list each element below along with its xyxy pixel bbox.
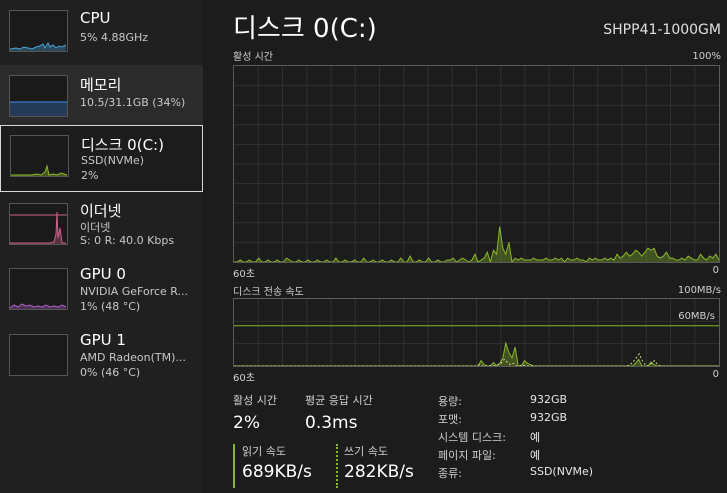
- sidebar-item-name: GPU 0: [80, 265, 126, 283]
- transfer-rate-chart: 60MB/s: [233, 298, 720, 367]
- sidebar-item-detail: AMD Radeon(TM)...: [80, 351, 186, 364]
- response-time-value: 0.3ms: [305, 413, 358, 433]
- transfer-ref-label: 60MB/s: [678, 311, 715, 322]
- transfer-chart-max: 100MB/s: [677, 285, 721, 296]
- prop-type-label: 종류:: [438, 467, 462, 480]
- read-speed-value: 689KB/s: [242, 462, 312, 482]
- read-speed-label: 읽기 속도: [242, 445, 286, 458]
- sidebar-item-name: GPU 1: [80, 331, 126, 349]
- cpu-thumbnail: [9, 10, 68, 52]
- prop-type-value: SSD(NVMe): [530, 465, 594, 478]
- sidebar-item-detail: NVIDIA GeForce R...: [80, 285, 189, 298]
- write-speed-bar: [336, 444, 338, 488]
- prop-system-disk-label: 시스템 디스크:: [438, 431, 506, 444]
- prop-system-disk-value: 예: [530, 431, 541, 444]
- sidebar-item-memory[interactable]: 메모리 10.5/31.1GB (34%): [0, 65, 203, 130]
- transfer-time-span: 60초: [233, 373, 255, 384]
- sidebar-item-ethernet[interactable]: 이더넷 이더넷 S: 0 R: 40.0 Kbps: [0, 195, 203, 260]
- active-time-value: 2%: [233, 413, 260, 433]
- prop-format-label: 포맷:: [438, 413, 462, 426]
- activity-chart-max: 100%: [692, 51, 721, 62]
- response-time-label: 평균 응답 시간: [305, 394, 373, 407]
- memory-thumbnail: [9, 75, 68, 117]
- transfer-chart-label: 디스크 전송 속도: [233, 287, 304, 298]
- activity-time-span: 60초: [233, 269, 255, 280]
- activity-chart-label: 활성 시간: [233, 52, 273, 63]
- prop-capacity-label: 용량:: [438, 395, 462, 408]
- sidebar-item-gpu-1[interactable]: GPU 1 AMD Radeon(TM)... 0% (46 °C): [0, 325, 203, 390]
- sidebar-item-disk-0[interactable]: 디스크 0(C:) SSD(NVMe) 2%: [0, 125, 203, 192]
- sidebar-item-cpu[interactable]: CPU 5% 4.88GHz: [0, 0, 203, 65]
- transfer-min: 0: [712, 369, 719, 380]
- sidebar: CPU 5% 4.88GHz 메모리 10.5/31.1GB (34%) 디스크…: [0, 0, 203, 493]
- write-speed-label: 쓰기 속도: [344, 445, 388, 458]
- sidebar-item-name: 디스크 0(C:): [81, 136, 164, 154]
- sidebar-item-detail: 1% (48 °C): [80, 300, 141, 313]
- sidebar-item-detail: 2%: [81, 169, 99, 182]
- activity-min: 0: [712, 265, 719, 276]
- sidebar-item-detail: 10.5/31.1GB (34%): [80, 96, 186, 109]
- write-speed-value: 282KB/s: [344, 462, 414, 482]
- prop-format-value: 932GB: [530, 411, 568, 424]
- activity-time-chart: [233, 65, 720, 263]
- page-title: 디스크 0(C:): [233, 14, 377, 44]
- ethernet-thumbnail: [9, 203, 68, 245]
- sidebar-item-detail: 이더넷: [80, 221, 111, 234]
- disk-detail-panel: 디스크 0(C:) SHPP41-1000GM 활성 시간 100% 60초 0…: [203, 0, 727, 493]
- sidebar-item-name: 이더넷: [80, 202, 122, 220]
- active-time-label: 활성 시간: [233, 394, 277, 407]
- disk-thumbnail: [10, 135, 69, 177]
- disk-model: SHPP41-1000GM: [603, 22, 721, 38]
- sidebar-item-detail: SSD(NVMe): [81, 154, 145, 167]
- sidebar-item-detail: 5% 4.88GHz: [80, 31, 149, 44]
- sidebar-item-gpu-0[interactable]: GPU 0 NVIDIA GeForce R... 1% (48 °C): [0, 260, 203, 325]
- sidebar-item-detail: S: 0 R: 40.0 Kbps: [80, 234, 175, 247]
- sidebar-item-name: 메모리: [80, 76, 122, 94]
- sidebar-item-detail: 0% (46 °C): [80, 366, 141, 379]
- prop-capacity-value: 932GB: [530, 393, 568, 406]
- prop-page-file-value: 예: [530, 449, 541, 462]
- gpu0-thumbnail: [9, 268, 68, 310]
- sidebar-item-name: CPU: [80, 9, 111, 27]
- read-speed-bar: [233, 444, 235, 488]
- prop-page-file-label: 페이지 파일:: [438, 449, 496, 462]
- gpu1-thumbnail: [9, 334, 68, 376]
